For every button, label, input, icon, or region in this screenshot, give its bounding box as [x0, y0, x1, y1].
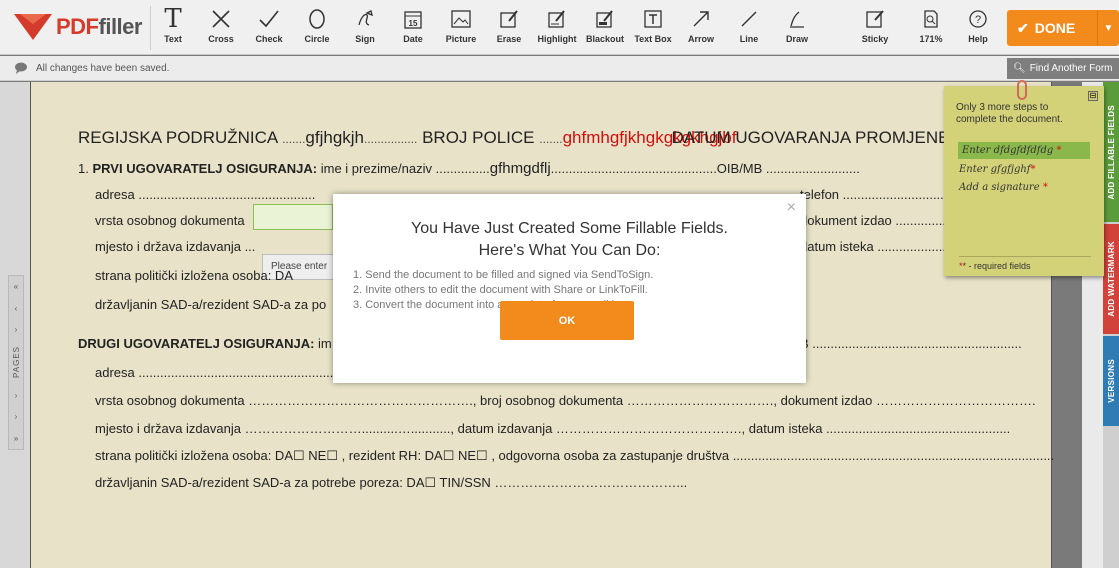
divider — [959, 256, 1091, 257]
paperclip-icon — [1017, 80, 1027, 100]
circle-icon — [294, 4, 340, 34]
step-item[interactable]: Add a signature * — [959, 182, 1048, 193]
sign-tool-button[interactable]: Sign — [342, 4, 388, 50]
help-icon: ? — [955, 4, 1001, 34]
doc-line-s1-strana: strana politički izložena osoba: DA — [95, 268, 293, 283]
chevron-down-icon[interactable]: › — [15, 412, 18, 421]
text-icon: T — [164, 4, 182, 34]
cross-icon — [198, 4, 244, 34]
pages-panel-toggle[interactable]: « ‹ › PAGES › › » — [8, 275, 24, 450]
fillable-fields-modal: × You Have Just Created Some Fillable Fi… — [333, 194, 806, 383]
toolbar: PDFfiller T Text Cross Check Circle Sign… — [0, 0, 1119, 55]
doc-line-s2-drz: državljanin SAD-a/rezident SAD-a za potr… — [95, 475, 688, 490]
done-dropdown-caret-icon[interactable]: ▼ — [1097, 10, 1119, 46]
svg-text:15: 15 — [409, 19, 418, 28]
chevron-right-icon: › — [14, 325, 18, 335]
picture-tool-button[interactable]: Picture — [438, 4, 484, 50]
picture-icon — [438, 4, 484, 34]
instruction-item: 1. Send the document to be filled and si… — [353, 269, 654, 281]
highlight-icon — [534, 4, 580, 34]
erase-tool-button[interactable]: Erase — [486, 4, 532, 50]
circle-tool-button[interactable]: Circle — [294, 4, 340, 50]
steps-sticky-note: ⊟ Only 3 more steps to complete the docu… — [944, 86, 1104, 276]
blackout-icon — [582, 4, 628, 34]
cross-tool-button[interactable]: Cross — [198, 4, 244, 50]
doc-line-s2-strana: strana politički izložena osoba: DA☐ NE☐… — [95, 448, 1055, 463]
draw-icon — [774, 4, 820, 34]
step-item-active[interactable]: Enter dfdgfdfdfdg * — [958, 142, 1090, 159]
sign-icon — [342, 4, 388, 34]
highlight-tool-button[interactable]: Highlight — [534, 4, 580, 50]
doc-line-s1-telefon: telefon ............................... — [800, 187, 955, 202]
doc-line-s1-drz: državljanin SAD-a/rezident SAD-a za po — [95, 297, 327, 312]
check-icon: ✔ — [1017, 19, 1029, 36]
doc-line-s2-name: DRUGI UGOVARATELJ OSIGURANJA: im — [78, 336, 332, 351]
status-bar: All changes have been saved. 🔍︎ Find Ano… — [0, 56, 1119, 81]
add-fillable-fields-tab[interactable]: ADD FILLABLE FIELDS — [1103, 82, 1119, 222]
save-status: All changes have been saved. — [36, 63, 170, 74]
doc-line-s1-izdao: dokument izdao ................... — [800, 213, 965, 228]
blackout-tool-button[interactable]: Blackout — [582, 4, 628, 50]
logo-text: PDFfiller — [56, 14, 142, 39]
modal-title-line2: Here's What You Can Do: — [478, 242, 661, 259]
arrow-tool-button[interactable]: Arrow — [678, 4, 724, 50]
steps-header: Only 3 more steps to complete the docume… — [956, 102, 1063, 125]
line-icon — [726, 4, 772, 34]
fillable-field[interactable] — [253, 204, 333, 230]
check-icon — [246, 4, 292, 34]
search-icon: 🔍︎ — [1013, 63, 1026, 74]
ok-button[interactable]: OK — [500, 301, 634, 340]
date-tool-button[interactable]: 15 Date — [390, 4, 436, 50]
versions-tab[interactable]: VERSIONS — [1103, 336, 1119, 426]
add-watermark-tab[interactable]: ADD WATERMARK — [1103, 224, 1119, 334]
doc-line-s2-mjesto: mjesto i država izdavanja ……………………….....… — [95, 421, 1011, 436]
pdffiller-logo[interactable]: PDFfiller — [14, 10, 142, 44]
date-icon: 15 — [390, 4, 436, 34]
erase-icon — [486, 4, 532, 34]
doc-line-s1-mjesto: mjesto i država izdavanja ... — [95, 239, 256, 254]
text-box-icon — [630, 4, 676, 34]
pages-label: PAGES — [11, 346, 21, 379]
text-tool-button[interactable]: T Text — [150, 4, 196, 50]
help-button[interactable]: ? Help — [955, 4, 1001, 50]
arrow-icon — [678, 4, 724, 34]
required-legend: ** - required fields — [959, 261, 1031, 271]
comment-icon — [15, 62, 27, 74]
doc-line-s1-name: 1. PRVI UGOVARATELJ OSIGURANJA: ime i pr… — [78, 160, 860, 177]
modal-title-line1: You Have Just Created Some Fillable Fiel… — [411, 220, 728, 237]
pdffiller-logo-icon — [14, 14, 52, 40]
find-another-form-button[interactable]: 🔍︎ Find Another Form — [1007, 58, 1119, 79]
double-chevron-up-icon[interactable]: « — [14, 282, 18, 291]
draw-tool-button[interactable]: Draw — [774, 4, 820, 50]
line-tool-button[interactable]: Line — [726, 4, 772, 50]
double-chevron-down-icon[interactable]: » — [14, 434, 18, 443]
close-icon[interactable]: × — [787, 199, 796, 217]
zoom-icon — [908, 4, 954, 34]
done-button[interactable]: ✔ DONE ▼ — [1007, 10, 1119, 46]
sticky-icon — [852, 4, 898, 34]
doc-line-header: REGIJSKA PODRUŽNICA .......gfjhgkjh.....… — [78, 128, 965, 147]
zoom-button[interactable]: 171% — [908, 4, 954, 50]
filled-value: gfhmgdflj — [489, 160, 551, 177]
instruction-item: 2. Invite others to edit the document wi… — [353, 284, 648, 296]
step-item[interactable]: Enter gfgfjghf* — [959, 164, 1035, 175]
chevron-right-icon: › — [14, 390, 18, 400]
minimize-icon[interactable]: ⊟ — [1088, 91, 1098, 101]
chevron-up-icon[interactable]: ‹ — [15, 304, 18, 313]
doc-line-s2-vrsta: vrsta osobnog dokumenta …………………………………………… — [95, 393, 1036, 408]
sticky-tool-button[interactable]: Sticky — [852, 4, 898, 50]
doc-line-s2-oib: B ......................................… — [800, 336, 1022, 351]
svg-text:?: ? — [975, 14, 981, 26]
check-tool-button[interactable]: Check — [246, 4, 292, 50]
text-box-tool-button[interactable]: Text Box — [630, 4, 676, 50]
doc-line-s1-adresa: adresa .................................… — [95, 187, 316, 202]
doc-line-s1-vrsta: vrsta osobnog dokumenta — [95, 213, 245, 228]
